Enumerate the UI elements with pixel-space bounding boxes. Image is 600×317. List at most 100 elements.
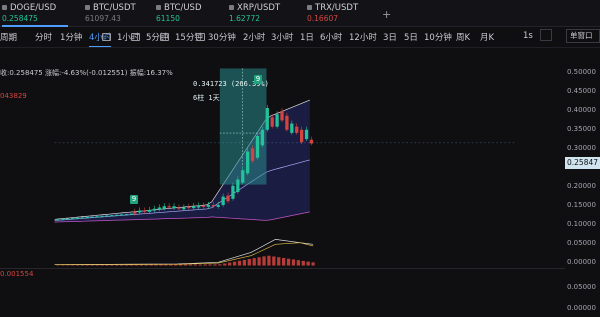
candle [231, 185, 235, 199]
macd-bar [223, 263, 227, 266]
macd-bar [188, 264, 193, 266]
tab-timeframe[interactable]: 10分钟 [424, 31, 452, 43]
tool-icon[interactable] [196, 33, 205, 41]
macd-bar [237, 260, 242, 266]
candle [196, 205, 201, 208]
add-ticker-icon[interactable]: + [382, 8, 391, 21]
tab-timeframe[interactable]: 30分钟 [208, 31, 236, 43]
candle [250, 148, 255, 161]
macd-bar [169, 264, 173, 266]
macd-bar [75, 265, 80, 266]
macd-bar [208, 264, 212, 266]
candle [270, 117, 274, 127]
indicator-axis-tick: 0.00000 [567, 304, 596, 312]
ticker-trx[interactable]: TRX/USDT 0.16607 [307, 3, 373, 25]
candle [167, 206, 171, 208]
candle [206, 204, 211, 207]
tool-icon[interactable] [160, 33, 169, 41]
macd-bar [115, 264, 119, 266]
macd-bar [154, 264, 158, 266]
macd-bar [139, 264, 143, 266]
candle [216, 204, 220, 207]
ticker-btc-usd[interactable]: BTC/USD 61150 [156, 3, 222, 25]
candle [255, 136, 260, 158]
tab-timeframe[interactable]: 5日 [404, 31, 418, 43]
macd-bar [193, 264, 197, 266]
candle [71, 218, 75, 220]
macd-bar [198, 264, 202, 266]
macd-bar [124, 264, 129, 266]
coin-icon [2, 5, 7, 10]
tab-timeframe[interactable]: 周K [456, 31, 470, 43]
interval-short[interactable]: 1s [523, 31, 533, 41]
tab-timeframe[interactable]: 6小时 [320, 31, 342, 43]
period-label[interactable]: 周期 [0, 31, 17, 43]
candle [162, 206, 166, 209]
ticker-price: 61097.43 [85, 14, 121, 23]
ticker-symbol: XRP/USDT [237, 3, 281, 13]
ticker-symbol: BTC/USD [164, 3, 202, 13]
candle [177, 207, 181, 209]
ticker-xrp[interactable]: XRP/USDT 1.62772 [229, 3, 295, 25]
macd-bar [129, 264, 134, 266]
candle [300, 129, 304, 143]
price-axis-tick: 0.10000 [567, 220, 596, 228]
ticker-btc-usdt[interactable]: BTC/USDT 61097.43 [85, 3, 151, 25]
tab-timeframe[interactable]: 3小时 [271, 31, 293, 43]
indicator-axis-tick: 0.05000 [567, 283, 596, 291]
candle [236, 179, 240, 192]
macd-bar [110, 264, 114, 266]
macd-bar [149, 264, 153, 266]
candle [115, 214, 119, 216]
chart-mode-select[interactable]: 单窗口 [566, 29, 600, 43]
macd-bar [296, 260, 300, 266]
tab-timeframe[interactable]: 1日 [300, 31, 314, 43]
macd-bar [95, 264, 99, 266]
tab-timeframe[interactable]: 2小时 [243, 31, 265, 43]
macd-bar [242, 259, 247, 266]
tab-timeframe[interactable]: 12小时 [349, 31, 377, 43]
td-sequential-marker: 9 [254, 75, 262, 84]
macd-bar [247, 259, 251, 266]
candle [221, 196, 225, 205]
candle [275, 114, 279, 127]
tab-timeframe[interactable]: 3日 [383, 31, 397, 43]
tab-timeframe[interactable]: 1分钟 [60, 31, 82, 43]
macd-bar [120, 264, 124, 266]
macd-bar [267, 255, 271, 266]
candle [246, 151, 250, 174]
macd-bar [311, 262, 315, 266]
macd-bar [203, 264, 207, 266]
macd-bar [100, 264, 104, 266]
price-chart[interactable] [0, 48, 600, 268]
macd-bar [105, 264, 109, 266]
tool-icon[interactable] [102, 33, 111, 41]
tool-icon[interactable] [131, 33, 140, 41]
candle [290, 123, 294, 133]
macd-bar [232, 261, 237, 266]
price-axis-tick: 0.30000 [567, 144, 596, 152]
ticker-symbol: DOGE/USD [10, 3, 57, 13]
tab-timeframe[interactable]: 月K [480, 31, 494, 43]
candle [56, 219, 60, 221]
candle [182, 207, 186, 210]
candle [295, 126, 299, 133]
macd-bar [134, 264, 139, 266]
coin-icon [307, 5, 312, 10]
layout-icon[interactable] [540, 29, 552, 41]
candle [110, 215, 114, 217]
macd-bar [85, 264, 89, 266]
tab-timeframe[interactable]: 分时 [35, 31, 52, 43]
candle [285, 115, 289, 130]
candle [265, 108, 269, 130]
candle [138, 210, 142, 213]
ticker-symbol: BTC/USDT [93, 3, 136, 13]
macd-bar [257, 257, 261, 266]
candle [100, 215, 104, 218]
ticker-price: 0.258475 [2, 14, 38, 23]
macd-bar [262, 256, 266, 266]
macd-bar [291, 259, 296, 266]
ticker-price: 1.62772 [229, 14, 261, 23]
candle [120, 214, 124, 216]
ticker-doge[interactable]: DOGE/USD 0.258475 [2, 3, 68, 27]
